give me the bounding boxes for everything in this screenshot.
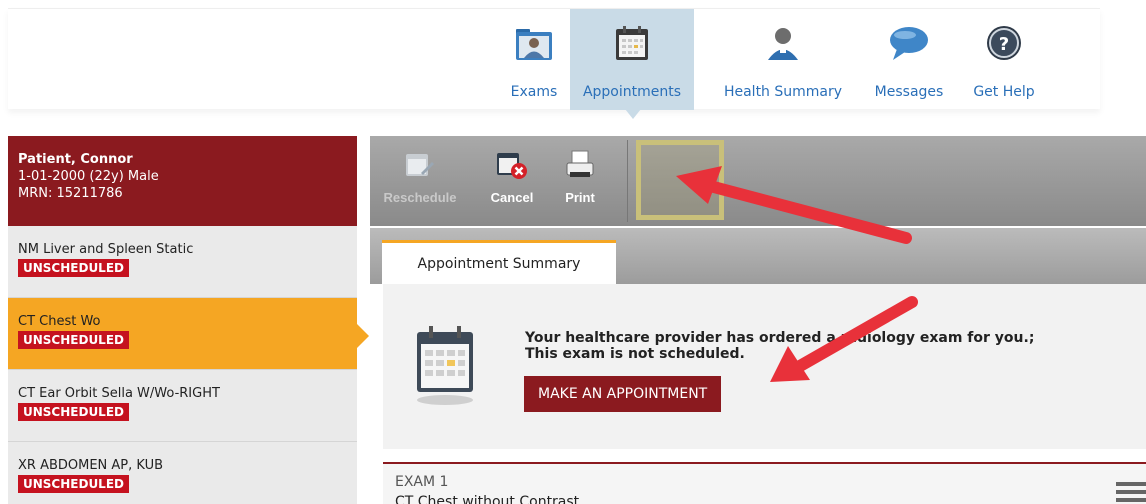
- status-badge: UNSCHEDULED: [18, 403, 129, 421]
- exam-detail-value: CT Chest without Contrast: [395, 494, 580, 504]
- exam-detail-section: EXAM 1 CT Chest without Contrast: [383, 462, 1146, 504]
- menu-icon[interactable]: [1116, 482, 1146, 504]
- patient-card: Patient, Connor 1-01-2000 (22y) Male MRN…: [8, 136, 357, 226]
- calendar-icon: [612, 23, 652, 63]
- patient-dob: 1-01-2000 (22y) Male: [18, 169, 159, 184]
- nav-item-health-summary[interactable]: Health Summary: [708, 9, 858, 110]
- appointment-summary-panel: Your healthcare provider has ordered a r…: [383, 284, 1146, 449]
- summary-message: Your healthcare provider has ordered a r…: [525, 330, 1034, 362]
- calendar-cancel-icon: [496, 150, 528, 180]
- help-icon: ?: [984, 23, 1024, 63]
- printer-icon: [564, 150, 596, 180]
- status-badge: UNSCHEDULED: [18, 331, 129, 349]
- active-tab-caret: [625, 109, 641, 119]
- toolbar-divider: [627, 140, 628, 222]
- exam-list-item[interactable]: XR ABDOMEN AP, KUB UNSCHEDULED: [8, 442, 357, 504]
- nav-item-exams[interactable]: Exams: [498, 9, 570, 110]
- reschedule-label: Reschedule: [383, 190, 457, 205]
- svg-text:?: ?: [999, 34, 1009, 55]
- nav-label-exams: Exams: [510, 84, 558, 100]
- exam-list-item-selected[interactable]: CT Chest Wo UNSCHEDULED: [8, 298, 369, 370]
- exam-title: CT Chest Wo: [18, 314, 101, 329]
- annotation-highlight-box: [636, 140, 724, 220]
- nav-label-messages: Messages: [874, 84, 944, 100]
- summary-line-2: This exam is not scheduled.: [525, 346, 745, 362]
- patient-name: Patient, Connor: [18, 152, 133, 167]
- nav-label-health-summary: Health Summary: [723, 84, 843, 100]
- sidebar: Patient, Connor 1-01-2000 (22y) Male MRN…: [8, 136, 369, 504]
- patient-mrn: MRN: 15211786: [18, 186, 123, 201]
- exam-list-item[interactable]: CT Ear Orbit Sella W/Wo-RIGHT UNSCHEDULE…: [8, 370, 357, 442]
- top-nav-bar: Exams Appointments Health Summary Messag…: [8, 8, 1100, 110]
- tab-appointment-summary[interactable]: Appointment Summary: [382, 240, 616, 284]
- make-appointment-button[interactable]: MAKE AN APPOINTMENT: [524, 376, 722, 412]
- nav-item-messages[interactable]: Messages: [866, 9, 952, 110]
- summary-line-1: Your healthcare provider has ordered a r…: [525, 330, 1035, 346]
- print-button[interactable]: Print: [552, 136, 608, 226]
- action-toolbar: Reschedule Cancel Print: [370, 136, 1146, 226]
- person-icon: [763, 23, 803, 63]
- cancel-label: Cancel: [490, 190, 534, 205]
- speech-bubble-icon: [889, 23, 929, 63]
- exam-title: CT Ear Orbit Sella W/Wo-RIGHT: [18, 386, 220, 401]
- folder-patient-icon: [514, 23, 554, 63]
- calendar-icon: [415, 324, 475, 406]
- calendar-edit-icon: [404, 150, 436, 180]
- nav-item-get-help[interactable]: ? Get Help: [966, 9, 1042, 110]
- reschedule-button[interactable]: Reschedule: [378, 136, 462, 226]
- cancel-button[interactable]: Cancel: [484, 136, 540, 226]
- exam-title: XR ABDOMEN AP, KUB: [18, 458, 164, 473]
- status-badge: UNSCHEDULED: [18, 259, 129, 277]
- tab-bar: Appointment Summary: [370, 228, 1146, 284]
- print-label: Print: [565, 190, 595, 205]
- nav-item-appointments[interactable]: Appointments: [570, 9, 694, 110]
- exam-title: NM Liver and Spleen Static: [18, 242, 194, 257]
- status-badge: UNSCHEDULED: [18, 475, 129, 493]
- exam-list-item[interactable]: NM Liver and Spleen Static UNSCHEDULED: [8, 226, 357, 298]
- nav-label-get-help: Get Help: [973, 84, 1035, 100]
- exam-detail-label: EXAM 1: [395, 474, 449, 490]
- nav-label-appointments: Appointments: [582, 84, 682, 100]
